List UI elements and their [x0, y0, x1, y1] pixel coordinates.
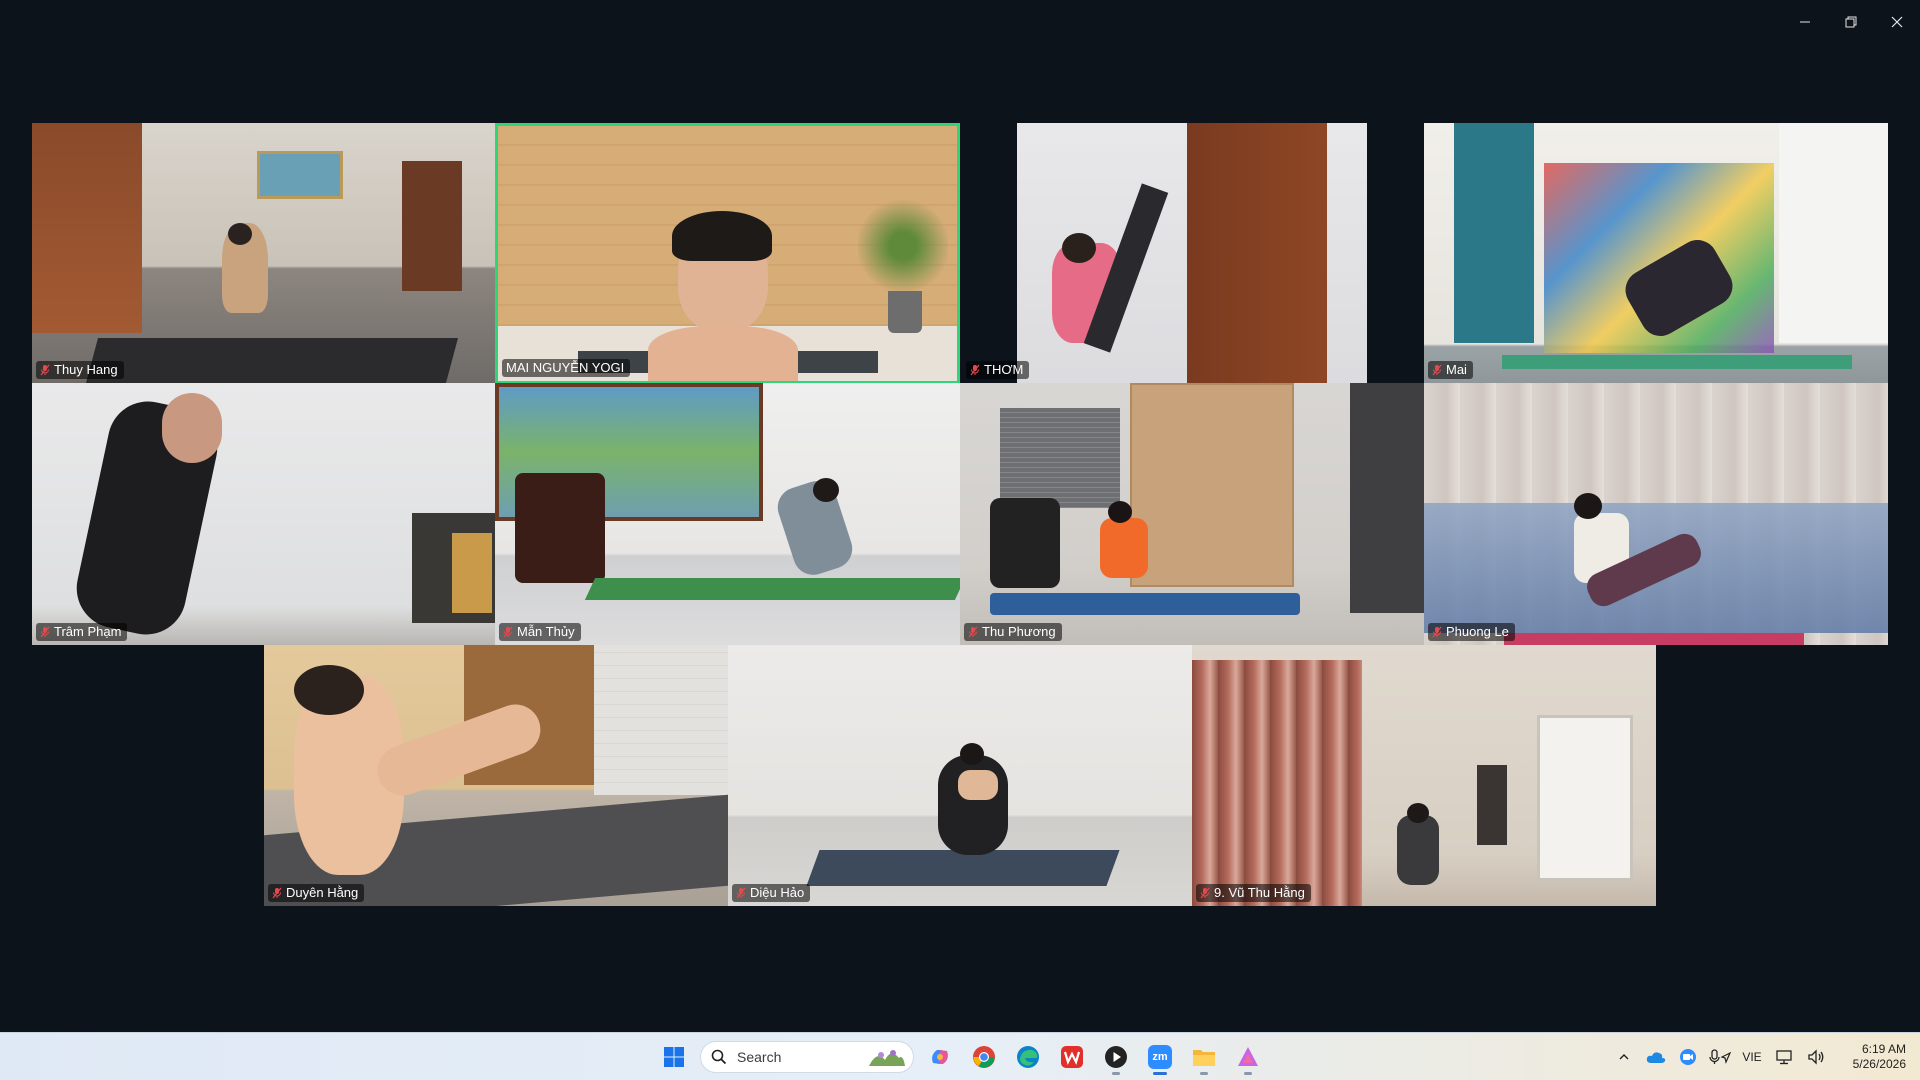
participant-name: Duyên Hằng [286, 885, 359, 900]
participant-name: MAI NGUYỄN YOGI [506, 360, 625, 375]
participant-name-tag: Thuy Hang [36, 361, 124, 379]
search-highlight-icon [867, 1046, 907, 1075]
microphone-location-icon [1709, 1049, 1731, 1064]
close-button[interactable] [1874, 0, 1920, 44]
mic-muted-icon [1432, 626, 1442, 638]
chrome-button[interactable] [966, 1037, 1002, 1077]
clock-date: 5/26/2026 [1852, 1057, 1906, 1071]
participant-name: Mai [1446, 362, 1467, 377]
start-button[interactable] [656, 1037, 692, 1077]
network-icon [1776, 1050, 1792, 1065]
mic-muted-icon [968, 626, 978, 638]
volume-icon [1808, 1049, 1824, 1065]
participant-name-tag: Phuong Le [1428, 623, 1515, 641]
zoom-meeting-window: Thuy Hang MAI NGUYỄN YOGI THƠM Mai Trâm … [0, 0, 1920, 1080]
video-tile[interactable]: Thu Phương [960, 383, 1424, 645]
zoom-app-button[interactable]: zm [1142, 1037, 1178, 1077]
taskbar-search-box[interactable]: Search [700, 1041, 914, 1073]
participant-name: Diệu Hảo [750, 885, 805, 900]
participant-name: Phuong Le [1446, 624, 1509, 639]
video-tile[interactable]: THƠM [962, 123, 1424, 383]
restore-icon [1845, 16, 1857, 28]
mic-muted-icon [970, 364, 980, 376]
mic-muted-icon [40, 364, 50, 376]
system-tray: VIE 6:19 AM 5/26/2026 [1608, 1033, 1920, 1080]
wps-office-button[interactable] [1054, 1037, 1090, 1077]
windows-start-icon [664, 1047, 684, 1067]
participant-name: 9. Vũ Thu Hằng [1214, 885, 1305, 900]
media-player-button[interactable] [1098, 1037, 1134, 1077]
chrome-icon [973, 1046, 995, 1068]
edge-icon [1017, 1046, 1039, 1068]
participant-name: THƠM [984, 362, 1024, 377]
close-icon [1891, 16, 1903, 28]
minimize-icon [1800, 21, 1810, 23]
file-explorer-button[interactable] [1186, 1037, 1222, 1077]
participant-name-tag: Trâm Phạm [36, 623, 128, 641]
mic-muted-icon [1432, 364, 1442, 376]
video-tile[interactable]: Phuong Le [1424, 383, 1888, 645]
media-player-icon [1105, 1046, 1127, 1068]
video-tile-active-speaker[interactable]: MAI NGUYỄN YOGI [495, 123, 960, 384]
search-icon [711, 1049, 727, 1065]
input-language-button[interactable]: VIE [1736, 1037, 1768, 1077]
participant-name-tag: MAI NGUYỄN YOGI [502, 359, 631, 377]
chevron-up-icon [1619, 1054, 1629, 1060]
minimize-button[interactable] [1782, 0, 1828, 44]
video-tile[interactable]: Thuy Hang [32, 123, 495, 383]
windows-taskbar: Search zm VIE 6:19 AM 5/26/2026 [0, 1032, 1920, 1080]
mic-muted-icon [40, 626, 50, 638]
window-controls [1782, 0, 1920, 44]
participant-name-tag: 9. Vũ Thu Hằng [1196, 884, 1311, 902]
clock-time: 6:19 AM [1861, 1042, 1906, 1056]
network-button[interactable] [1768, 1037, 1800, 1077]
participant-name-tag: Diệu Hảo [732, 884, 811, 902]
restore-button[interactable] [1828, 0, 1874, 44]
copilot-icon [932, 1050, 948, 1064]
arc-app-icon [1238, 1047, 1258, 1066]
volume-button[interactable] [1800, 1037, 1832, 1077]
taskbar-apps: Search zm [656, 1033, 1266, 1080]
participant-name-tag: Duyên Hằng [268, 884, 365, 902]
participant-name: Thu Phương [982, 624, 1056, 639]
mic-muted-icon [736, 887, 746, 899]
microphone-in-use-button[interactable] [1704, 1037, 1736, 1077]
video-tile[interactable]: Mẫn Thủy [495, 383, 960, 645]
video-tile[interactable]: Trâm Phạm [32, 383, 495, 645]
arc-app-button[interactable] [1230, 1037, 1266, 1077]
video-tile[interactable]: Mai [1424, 123, 1888, 383]
zoom-tray-icon [1680, 1049, 1696, 1065]
onedrive-cloud-icon [1646, 1052, 1666, 1063]
video-tile[interactable]: Diệu Hảo [728, 645, 1192, 906]
wps-office-icon [1061, 1046, 1083, 1068]
file-explorer-icon [1193, 1050, 1215, 1066]
language-indicator: VIE [1742, 1050, 1762, 1064]
mic-muted-icon [503, 626, 513, 638]
search-placeholder: Search [737, 1049, 782, 1065]
zoom-icon: zm [1148, 1045, 1172, 1069]
video-tile[interactable]: 9. Vũ Thu Hằng [1192, 645, 1656, 906]
mic-muted-icon [272, 887, 282, 899]
participant-name: Trâm Phạm [54, 624, 122, 639]
participant-name-tag: Mẫn Thủy [499, 623, 581, 641]
participant-name: Mẫn Thủy [517, 624, 575, 639]
taskbar-clock[interactable]: 6:19 AM 5/26/2026 [1832, 1037, 1920, 1077]
edge-button[interactable] [1010, 1037, 1046, 1077]
participant-name: Thuy Hang [54, 362, 118, 377]
participant-name-tag: Thu Phương [964, 623, 1062, 641]
participant-name-tag: Mai [1428, 361, 1473, 379]
onedrive-button[interactable] [1640, 1037, 1672, 1077]
zoom-tray-button[interactable] [1672, 1037, 1704, 1077]
copilot-button[interactable] [922, 1037, 958, 1077]
participant-name-tag: THƠM [966, 361, 1030, 379]
show-hidden-icons-button[interactable] [1608, 1037, 1640, 1077]
mic-muted-icon [1200, 887, 1210, 899]
video-tile[interactable]: Duyên Hằng [264, 645, 728, 906]
